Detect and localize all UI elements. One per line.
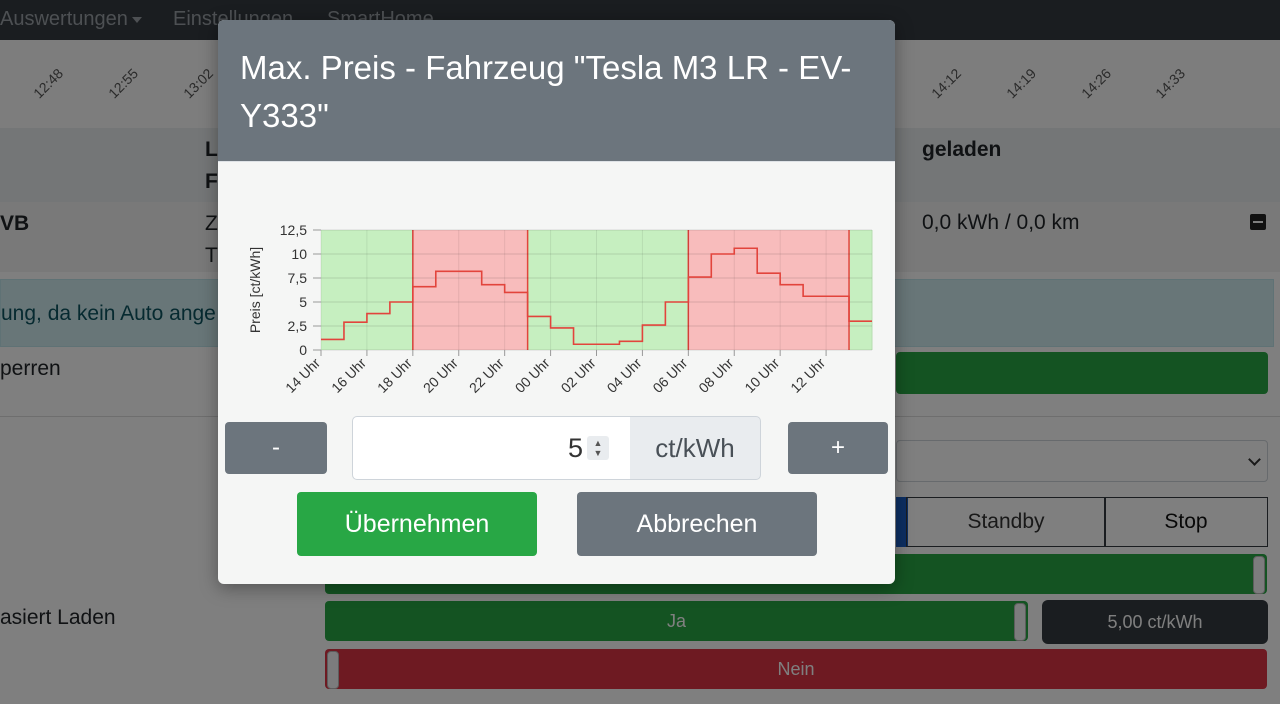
y-tick-label: 5 bbox=[299, 294, 307, 310]
price-band bbox=[803, 230, 827, 350]
plus-button[interactable]: + bbox=[788, 422, 888, 474]
y-tick-label: 7,5 bbox=[288, 270, 308, 286]
apply-button[interactable]: Übernehmen bbox=[297, 492, 537, 556]
price-band bbox=[435, 230, 460, 350]
x-tick-label: 18 Uhr bbox=[374, 355, 415, 396]
x-tick-label: 00 Uhr bbox=[512, 355, 553, 396]
x-tick-label: 10 Uhr bbox=[741, 355, 782, 396]
price-band bbox=[481, 230, 506, 350]
price-band bbox=[849, 230, 873, 350]
x-tick-label: 06 Uhr bbox=[649, 355, 690, 396]
y-tick-label: 0 bbox=[299, 342, 307, 358]
price-band bbox=[366, 230, 391, 350]
unit-label: ct/kWh bbox=[630, 416, 761, 480]
price-band bbox=[619, 230, 643, 350]
x-tick-label: 14 Uhr bbox=[282, 355, 323, 396]
x-tick-label: 16 Uhr bbox=[328, 355, 369, 396]
price-band bbox=[321, 230, 345, 350]
y-tick-label: 2,5 bbox=[288, 318, 308, 334]
price-band bbox=[412, 230, 437, 350]
y-axis-label: Preis [ct/kWh] bbox=[247, 247, 263, 333]
spinner-icon[interactable]: ▲ ▼ bbox=[587, 436, 609, 460]
price-band bbox=[711, 230, 735, 350]
price-band bbox=[573, 230, 597, 350]
price-band bbox=[757, 230, 781, 350]
y-tick-label: 12,5 bbox=[280, 222, 307, 238]
x-tick-label: 02 Uhr bbox=[558, 355, 599, 396]
price-input[interactable]: 5 ▲ ▼ bbox=[352, 416, 632, 480]
x-tick-label: 12 Uhr bbox=[787, 355, 828, 396]
chart-yticks: 12,5 10 7,5 5 2,5 0 bbox=[280, 222, 321, 358]
price-band bbox=[504, 230, 529, 350]
minus-button[interactable]: - bbox=[225, 422, 327, 474]
modal-header: Max. Preis - Fahrzeug "Tesla M3 LR - EV-… bbox=[218, 20, 895, 162]
price-band bbox=[826, 230, 850, 350]
price-band bbox=[688, 230, 712, 350]
x-tick-label: 20 Uhr bbox=[420, 355, 461, 396]
price-band bbox=[458, 230, 483, 350]
y-tick-label: 10 bbox=[291, 246, 307, 262]
x-tick-label: 22 Uhr bbox=[466, 355, 507, 396]
cancel-button[interactable]: Abbrechen bbox=[577, 492, 817, 556]
price-band bbox=[642, 230, 666, 350]
chart-xticks: 14 Uhr 16 Uhr 18 Uhr 20 Uhr 22 Uhr 00 Uhr 02 U… bbox=[282, 350, 828, 396]
price-band bbox=[527, 230, 552, 350]
price-band bbox=[780, 230, 804, 350]
price-band bbox=[343, 230, 368, 350]
price-band bbox=[389, 230, 414, 350]
modal-title: Max. Preis - Fahrzeug "Tesla M3 LR - EV-… bbox=[240, 49, 852, 134]
price-chart: 12,5 10 7,5 5 2,5 0 14 Uhr 16 Uhr 18 Uhr 20 Uhr 2… bbox=[247, 222, 873, 396]
price-input-value: 5 bbox=[567, 433, 583, 463]
price-band bbox=[550, 230, 575, 350]
x-tick-label: 08 Uhr bbox=[695, 355, 736, 396]
price-band bbox=[665, 230, 689, 350]
price-band bbox=[596, 230, 620, 350]
price-modal: Max. Preis - Fahrzeug "Tesla M3 LR - EV-… bbox=[218, 20, 895, 584]
x-tick-label: 04 Uhr bbox=[604, 355, 645, 396]
